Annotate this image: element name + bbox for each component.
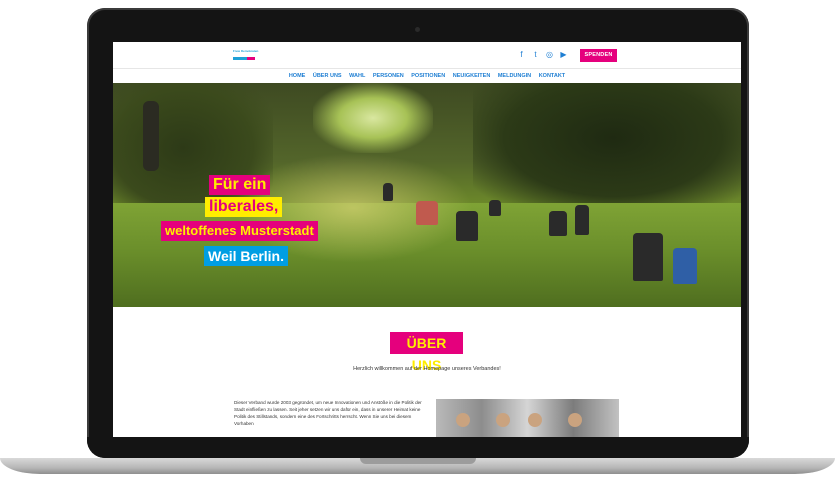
photo-person	[456, 413, 470, 427]
site-header: Freie Demokraten f t ◎ ▶ SPENDEN	[113, 42, 741, 69]
nav-item-ueber-uns[interactable]: ÜBER UNS	[313, 69, 342, 83]
photo-person	[528, 413, 542, 427]
about-body-text: Dieser Verband wurde 2003 gegründet, um …	[234, 400, 422, 426]
laptop-notch	[360, 458, 476, 464]
nav-item-wahl[interactable]: WAHL	[349, 69, 365, 83]
nav-item-home[interactable]: HOME	[289, 69, 306, 83]
instagram-icon[interactable]: ◎	[545, 50, 554, 59]
hero-slogan-line2: liberales,	[205, 197, 283, 217]
welcome-text: Herzlich willkommen auf der Homepage uns…	[353, 366, 501, 372]
hero-person	[416, 201, 438, 225]
nav-item-neuigkeiten[interactable]: NEUIGKEITEN	[453, 69, 491, 83]
about-heading: ÜBER UNS	[390, 332, 463, 373]
hero-person	[549, 211, 567, 236]
main-navigation: HOME ÜBER UNS WAHL PERSONEN POSITIONEN N…	[113, 69, 741, 83]
team-photo	[436, 399, 619, 437]
twitter-icon[interactable]: t	[531, 50, 540, 59]
logo-text: Freie Demokraten	[233, 49, 259, 53]
photo-person	[496, 413, 510, 427]
hero-walking-person	[143, 101, 159, 171]
facebook-icon[interactable]: f	[517, 50, 526, 59]
photo-person	[568, 413, 582, 427]
hero-tree-right	[473, 83, 741, 213]
hero-person	[633, 233, 663, 281]
donate-button[interactable]: SPENDEN	[580, 49, 617, 62]
nav-item-personen[interactable]: PERSONEN	[373, 69, 404, 83]
camera-icon	[415, 27, 420, 32]
nav-item-kontakt[interactable]: KONTAKT	[539, 69, 565, 83]
nav-item-positionen[interactable]: POSITIONEN	[411, 69, 445, 83]
hero-slogan-line4: Weil Berlin.	[204, 246, 288, 266]
hero-person	[673, 248, 697, 284]
hero-sky	[313, 83, 433, 153]
youtube-icon[interactable]: ▶	[559, 50, 568, 59]
screen-bezel	[87, 437, 749, 458]
hero-person	[489, 200, 501, 216]
site-logo[interactable]: Freie Demokraten	[233, 49, 259, 61]
nav-item-meldungin[interactable]: MELDUNGIN	[498, 69, 531, 83]
website-screen: Freie Demokraten f t ◎ ▶ SPENDEN HOME ÜB…	[113, 42, 741, 437]
hero-person	[383, 183, 393, 201]
hero-image: Für ein liberales, weltoffenes Mustersta…	[113, 83, 741, 307]
logo-bar-pink	[247, 57, 255, 60]
hero-slogan-line3: weltoffenes Musterstadt	[161, 221, 318, 241]
hero-person	[456, 211, 478, 241]
hero-person	[575, 205, 589, 235]
hero-slogan-line1: Für ein	[209, 175, 271, 195]
